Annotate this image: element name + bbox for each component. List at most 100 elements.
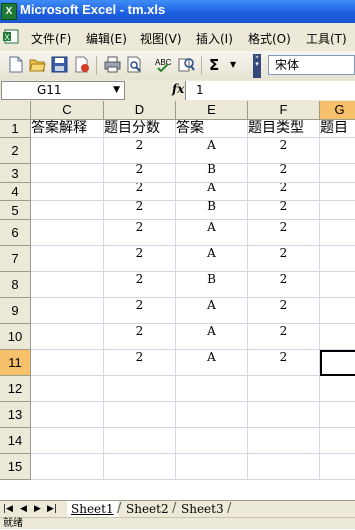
cell-f11[interactable]: 2	[248, 350, 320, 376]
formula-input[interactable]: 1	[185, 81, 355, 100]
menu-tools[interactable]: 工具(T)	[306, 30, 347, 47]
row-header-8[interactable]: 8	[0, 272, 31, 298]
column-header-d[interactable]: D	[104, 101, 176, 120]
cell-c5[interactable]	[31, 201, 104, 220]
sheet-tab-sheet1[interactable]: Sheet1	[67, 501, 118, 517]
cell-c10[interactable]	[31, 324, 104, 350]
cell-d13[interactable]	[104, 402, 176, 428]
cell-g12[interactable]	[320, 376, 355, 402]
row-header-1[interactable]: 1	[0, 120, 31, 138]
cell-g14[interactable]	[320, 428, 355, 454]
cell-e6[interactable]: A	[176, 220, 248, 246]
cell-g7[interactable]	[320, 246, 355, 272]
cell-e2[interactable]: A	[176, 138, 248, 164]
cell-d6[interactable]: 2	[104, 220, 176, 246]
cell-g13[interactable]	[320, 402, 355, 428]
cell-g8[interactable]	[320, 272, 355, 298]
cell-c7[interactable]	[31, 246, 104, 272]
menu-edit[interactable]: 编辑(E)	[86, 30, 127, 47]
cell-g1[interactable]: 题目	[320, 120, 355, 138]
column-header-g[interactable]: G	[320, 101, 355, 120]
workbook-icon[interactable]: X	[3, 29, 20, 44]
menu-file[interactable]: 文件(F)	[31, 30, 71, 47]
cell-c9[interactable]	[31, 298, 104, 324]
row-header-3[interactable]: 3	[0, 164, 31, 183]
cell-g5[interactable]	[320, 201, 355, 220]
name-box[interactable]: G11 ▼	[1, 81, 125, 100]
row-header-13[interactable]: 13	[0, 402, 31, 428]
insert-function-icon[interactable]: fx	[172, 82, 184, 96]
cell-d10[interactable]: 2	[104, 324, 176, 350]
cell-c14[interactable]	[31, 428, 104, 454]
cell-d5[interactable]: 2	[104, 201, 176, 220]
cell-f12[interactable]	[248, 376, 320, 402]
last-sheet-icon[interactable]: ▶|	[47, 504, 57, 514]
print-preview-icon[interactable]	[126, 56, 143, 73]
autosum-icon[interactable]: Σ	[209, 56, 219, 74]
cell-c2[interactable]	[31, 138, 104, 164]
research-icon[interactable]	[178, 56, 195, 73]
cell-f13[interactable]	[248, 402, 320, 428]
cell-g9[interactable]	[320, 298, 355, 324]
cell-f6[interactable]: 2	[248, 220, 320, 246]
new-icon[interactable]	[7, 56, 24, 73]
menu-insert[interactable]: 插入(I)	[196, 30, 233, 47]
cell-d1[interactable]: 题目分数	[104, 120, 176, 138]
sheet-tab-sheet2[interactable]: Sheet2	[122, 501, 173, 517]
name-box-dropdown-icon[interactable]: ▼	[113, 82, 120, 99]
cell-g4[interactable]	[320, 183, 355, 201]
next-sheet-icon[interactable]: ▶	[34, 504, 41, 514]
cell-e4[interactable]: A	[176, 183, 248, 201]
cell-d14[interactable]	[104, 428, 176, 454]
first-sheet-icon[interactable]: |◀	[3, 504, 13, 514]
cell-c8[interactable]	[31, 272, 104, 298]
cell-c1[interactable]: 答案解释	[31, 120, 104, 138]
cell-e1[interactable]: 答案	[176, 120, 248, 138]
cell-d11[interactable]: 2	[104, 350, 176, 376]
cell-e8[interactable]: B	[176, 272, 248, 298]
cell-g10[interactable]	[320, 324, 355, 350]
cell-f15[interactable]	[248, 454, 320, 480]
row-header-7[interactable]: 7	[0, 246, 31, 272]
open-icon[interactable]	[29, 56, 46, 73]
cell-g3[interactable]	[320, 164, 355, 183]
cell-c13[interactable]	[31, 402, 104, 428]
toolbar-options-icon[interactable]: » ▾	[253, 54, 261, 78]
cell-e7[interactable]: A	[176, 246, 248, 272]
cell-d7[interactable]: 2	[104, 246, 176, 272]
cell-d2[interactable]: 2	[104, 138, 176, 164]
cell-e12[interactable]	[176, 376, 248, 402]
select-all-corner[interactable]	[0, 101, 31, 120]
cell-g2[interactable]	[320, 138, 355, 164]
cell-f4[interactable]: 2	[248, 183, 320, 201]
cell-e11[interactable]: A	[176, 350, 248, 376]
cell-e15[interactable]	[176, 454, 248, 480]
cell-c11[interactable]	[31, 350, 104, 376]
row-header-14[interactable]: 14	[0, 428, 31, 454]
font-name-input[interactable]: 宋体	[268, 55, 355, 75]
active-cell[interactable]	[320, 350, 355, 376]
row-header-15[interactable]: 15	[0, 454, 31, 480]
cell-f7[interactable]: 2	[248, 246, 320, 272]
cell-e3[interactable]: B	[176, 164, 248, 183]
cell-e9[interactable]: A	[176, 298, 248, 324]
cell-g6[interactable]	[320, 220, 355, 246]
menu-view[interactable]: 视图(V)	[140, 30, 182, 47]
cell-c12[interactable]	[31, 376, 104, 402]
cell-f1[interactable]: 题目类型	[248, 120, 320, 138]
worksheet-grid[interactable]: C D E F G 1 答案解释 题目分数 答案 题目类型 题目 2 2 A 2 3 2 B 2 4 2 A 2 5 2 B 2 6 2…	[0, 101, 355, 500]
sheet-tab-sheet3[interactable]: Sheet3	[177, 501, 228, 517]
cell-f8[interactable]: 2	[248, 272, 320, 298]
cell-f14[interactable]	[248, 428, 320, 454]
cell-d4[interactable]: 2	[104, 183, 176, 201]
cell-f5[interactable]: 2	[248, 201, 320, 220]
row-header-4[interactable]: 4	[0, 183, 31, 201]
print-icon[interactable]	[104, 56, 121, 73]
cell-e5[interactable]: B	[176, 201, 248, 220]
row-header-6[interactable]: 6	[0, 220, 31, 246]
column-header-c[interactable]: C	[31, 101, 104, 120]
cell-e14[interactable]	[176, 428, 248, 454]
row-header-10[interactable]: 10	[0, 324, 31, 350]
cell-e10[interactable]: A	[176, 324, 248, 350]
cell-f10[interactable]: 2	[248, 324, 320, 350]
